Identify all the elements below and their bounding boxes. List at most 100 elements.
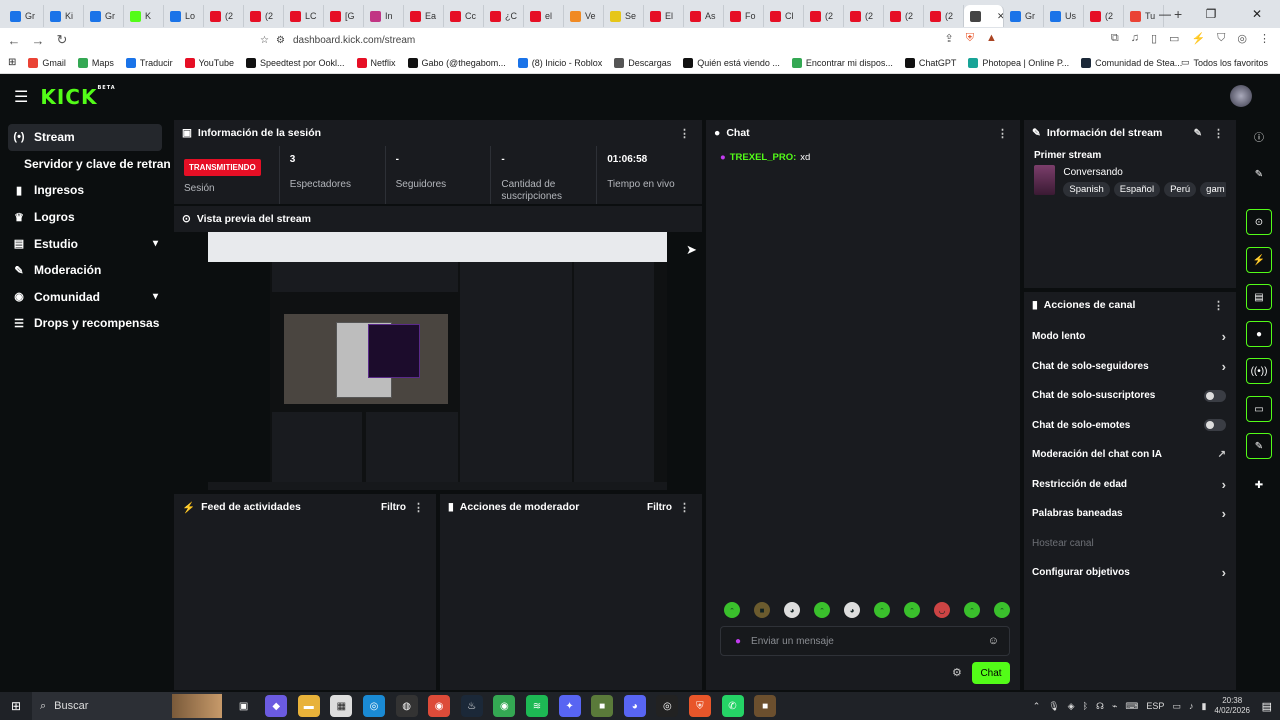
- browser-tab[interactable]: Ea: [404, 5, 444, 27]
- action-age-restriction[interactable]: Restricción de edad ›: [1024, 470, 1236, 500]
- action-slow-mode[interactable]: Modo lento ›: [1024, 322, 1236, 352]
- browser-tab[interactable]: ✕: [964, 5, 1004, 27]
- game-icon[interactable]: ■: [754, 695, 777, 717]
- usb-icon[interactable]: ⌁: [1112, 701, 1117, 712]
- chat-settings-gear-icon[interactable]: ⚙: [952, 666, 962, 679]
- screenshot-icon[interactable]: ⧉: [1111, 32, 1119, 45]
- sidebar-item-comunidad[interactable]: ◉ Comunidad ▾: [0, 284, 170, 311]
- browser-tab[interactable]: El: [644, 5, 684, 27]
- lightning-toggle-icon[interactable]: ⚡: [1246, 247, 1272, 273]
- bookmark-item[interactable]: Quién está viendo ...: [683, 57, 780, 68]
- filter-button[interactable]: Filtro: [381, 502, 406, 513]
- bluetooth-icon[interactable]: ᛒ: [1083, 701, 1088, 711]
- more-options-icon[interactable]: ⋮: [1213, 127, 1224, 140]
- action-emotes-only[interactable]: Chat de solo-emotes: [1024, 411, 1236, 441]
- taskbar-search[interactable]: ⌕ Buscar: [32, 692, 222, 720]
- task-view-icon[interactable]: ▣: [233, 695, 255, 717]
- emote-icon[interactable]: ᵔ: [874, 602, 890, 618]
- browser-tab[interactable]: Lo: [164, 5, 204, 27]
- sidebar-item-stream[interactable]: (•) Stream: [8, 124, 162, 151]
- browser-tab[interactable]: Gr: [1004, 5, 1044, 27]
- wrench-toggle-icon[interactable]: ✎: [1246, 433, 1272, 459]
- browser-tab[interactable]: LC: [284, 5, 324, 27]
- stream-preview-video[interactable]: [208, 232, 667, 490]
- volume-icon[interactable]: ♪: [1189, 701, 1194, 711]
- browser-menu-icon[interactable]: ⋮: [1259, 32, 1270, 45]
- language-indicator[interactable]: ESP: [1146, 701, 1164, 711]
- bookmark-item[interactable]: (8) Inicio - Roblox: [517, 57, 602, 68]
- browser-tab[interactable]: Cc: [444, 5, 484, 27]
- windows-start-icon[interactable]: ⊞: [0, 699, 32, 713]
- all-bookmarks[interactable]: ▭ Todos los favoritos: [1181, 57, 1268, 68]
- browser-tab[interactable]: In: [364, 5, 404, 27]
- forward-icon[interactable]: →: [28, 33, 48, 48]
- browser-tab[interactable]: Cl: [764, 5, 804, 27]
- bookmark-item[interactable]: Speedtest por Ookl...: [245, 57, 345, 68]
- bookmark-item[interactable]: Netflix: [356, 57, 396, 68]
- browser-tab[interactable]: (2: [804, 5, 844, 27]
- browser-tab[interactable]: [G: [324, 5, 364, 27]
- action-followers-only[interactable]: Chat de solo-seguidores ›: [1024, 352, 1236, 382]
- reload-icon[interactable]: ↻: [52, 32, 72, 48]
- copilot-icon[interactable]: ◆: [265, 695, 288, 717]
- sidebar-item-ingresos[interactable]: ▮ Ingresos: [0, 177, 170, 204]
- chat-message-input[interactable]: ● Enviar un mensaje ☺: [720, 626, 1010, 656]
- chrome-icon[interactable]: ◉: [428, 695, 451, 717]
- brave-rewards-icon[interactable]: ▲: [986, 32, 997, 45]
- add-widget-icon[interactable]: ✚: [1246, 472, 1272, 498]
- browser-tab[interactable]: (2: [924, 5, 964, 27]
- action-ai-moderation[interactable]: Moderación del chat con IA ↗: [1024, 440, 1236, 470]
- emote-icon[interactable]: ◕: [784, 602, 800, 618]
- toggle-switch[interactable]: [1204, 389, 1226, 402]
- more-options-icon[interactable]: ⋮: [679, 501, 690, 514]
- bookmark-item[interactable]: Encontrar mi dispos...: [791, 57, 893, 68]
- more-options-icon[interactable]: ⋮: [679, 127, 690, 140]
- browser-tab[interactable]: Gr: [4, 5, 44, 27]
- browser-tab[interactable]: Ve: [564, 5, 604, 27]
- emote-icon[interactable]: ᵔ: [994, 602, 1010, 618]
- whatsapp-icon[interactable]: ✆: [721, 695, 744, 717]
- app-icon[interactable]: ◍: [395, 695, 418, 717]
- sidebar-item-drops[interactable]: ☰ Drops y recompensas: [0, 310, 170, 337]
- bookmark-item[interactable]: Maps: [77, 57, 114, 68]
- emote-icon[interactable]: ◡: [934, 602, 950, 618]
- layout-toggle-icon[interactable]: ▭: [1246, 396, 1272, 422]
- user-avatar[interactable]: [1230, 85, 1252, 107]
- battery-icon[interactable]: ▮: [1201, 701, 1206, 712]
- bookmark-item[interactable]: Comunidad de Stea...: [1081, 57, 1182, 68]
- browser-tab[interactable]: (2: [1084, 5, 1124, 27]
- info-circle-icon[interactable]: ⓘ: [1246, 123, 1272, 149]
- filter-button[interactable]: Filtro: [647, 502, 672, 513]
- wallet-icon[interactable]: ▭: [1169, 32, 1179, 45]
- brave-shield-icon[interactable]: ⛨: [966, 32, 974, 45]
- chat-username[interactable]: TREXEL_PRO:: [730, 152, 797, 163]
- clipboard-toggle-icon[interactable]: ▤: [1246, 284, 1272, 310]
- network-icon[interactable]: ▭: [1172, 701, 1181, 712]
- tray-chevron-icon[interactable]: ⌃: [1033, 701, 1041, 712]
- browser-tab[interactable]: Gr: [84, 5, 124, 27]
- browser-tab[interactable]: ¿C: [484, 5, 524, 27]
- bookmark-item[interactable]: Descargas: [614, 57, 671, 68]
- toggle-switch[interactable]: [1204, 419, 1226, 432]
- extensions-icon[interactable]: ⚡: [1191, 32, 1205, 45]
- browser-tab[interactable]: As: [684, 5, 724, 27]
- minimize-icon[interactable]: —: [1142, 7, 1188, 21]
- app-star-icon[interactable]: ✦: [558, 695, 581, 717]
- sidebar-item-moderacion[interactable]: ✎ Moderación: [0, 257, 170, 284]
- browser-tab[interactable]: (2: [204, 5, 244, 27]
- spotify-icon[interactable]: ≋: [525, 695, 548, 717]
- steam-icon[interactable]: ♨: [460, 695, 483, 717]
- close-tab-icon[interactable]: ✕: [997, 11, 1003, 22]
- browser-tab[interactable]: K: [124, 5, 164, 27]
- restore-icon[interactable]: ❐: [1188, 7, 1234, 21]
- emote-icon[interactable]: ᵔ: [904, 602, 920, 618]
- file-explorer-icon[interactable]: ▬: [297, 695, 320, 717]
- vpn-icon[interactable]: ⛉: [1217, 32, 1225, 45]
- preview-toggle-icon[interactable]: ⊙: [1246, 209, 1272, 235]
- pencil-icon[interactable]: ✎: [1246, 161, 1272, 187]
- chat-send-button[interactable]: Chat: [972, 662, 1010, 684]
- emote-icon[interactable]: ᵔ: [964, 602, 980, 618]
- notifications-icon[interactable]: ▤: [1262, 700, 1272, 713]
- browser-tab[interactable]: Fo: [724, 5, 764, 27]
- more-options-icon[interactable]: ⋮: [1213, 299, 1224, 312]
